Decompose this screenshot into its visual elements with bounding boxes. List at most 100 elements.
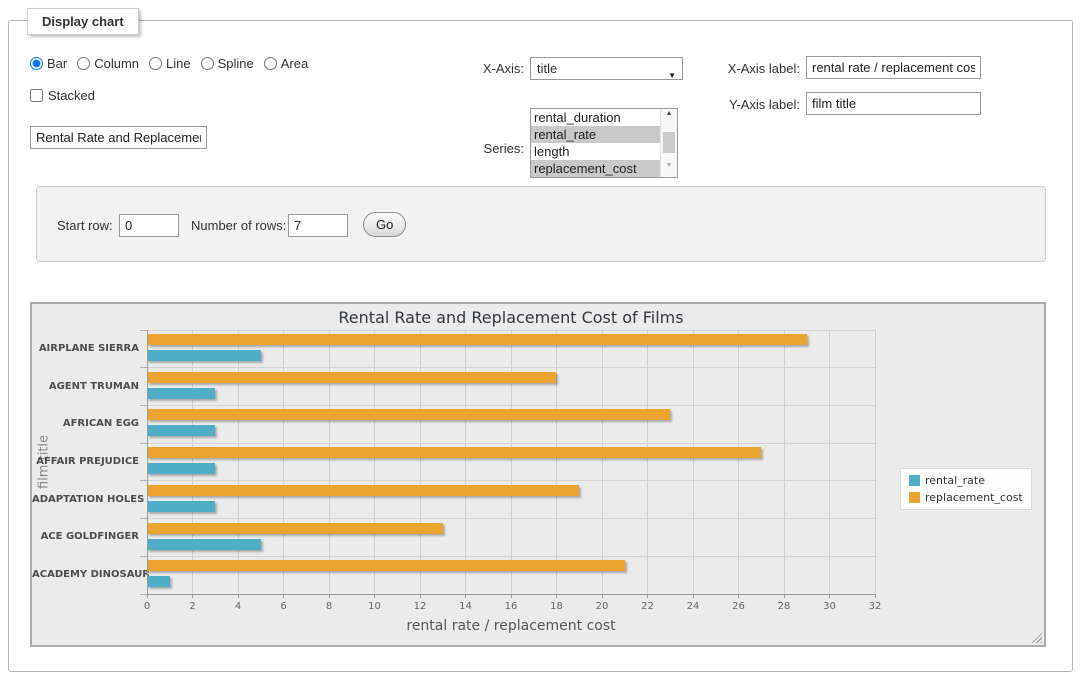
x-tick-mark [647, 594, 648, 598]
chart-title: Rental Rate and Replacement Cost of Film… [147, 308, 875, 327]
chart-type-option-column: Column [77, 56, 139, 71]
y-axis-label-label: Y-Axis label: [690, 97, 800, 112]
gridline-band [147, 518, 875, 519]
gridline-x [738, 330, 739, 594]
series-option-rental_duration[interactable]: rental_duration [531, 109, 660, 126]
resize-handle-icon[interactable] [1029, 630, 1042, 643]
chart-type-option-spline: Spline [201, 56, 254, 71]
chart-type-option-area: Area [264, 56, 308, 71]
x-tick-mark [784, 594, 785, 598]
series-scrollbar[interactable]: ▲ ▼ [660, 109, 677, 177]
chart-type-radio-area[interactable] [264, 57, 277, 70]
series-option-length[interactable]: length [531, 143, 660, 160]
chart-legend: rental_rate replacement_cost [900, 468, 1032, 510]
bar-replacement_cost [147, 523, 443, 534]
chart-type-option-bar: Bar [30, 56, 67, 71]
gridline-x [829, 330, 830, 594]
chart-type-option-line: Line [149, 56, 191, 71]
x-tick-mark [556, 594, 557, 598]
x-tick-mark [283, 594, 284, 598]
chart-type-radio-group: Bar Column Line Spline Area [30, 56, 308, 71]
gridline-x [420, 330, 421, 594]
x-tick-mark [738, 594, 739, 598]
x-tick-label: 22 [628, 601, 668, 612]
category-label: ACADEMY DINOSAUR [32, 569, 139, 581]
number-of-rows-input[interactable] [288, 214, 348, 237]
legend-item-replacement_cost[interactable]: replacement_cost [909, 491, 1023, 504]
x-tick-label: 20 [582, 601, 622, 612]
scroll-down-icon[interactable]: ▼ [661, 162, 677, 176]
x-tick-mark [511, 594, 512, 598]
legend-item-rental_rate[interactable]: rental_rate [909, 474, 1023, 487]
x-tick-label: 24 [673, 601, 713, 612]
gridline-x [602, 330, 603, 594]
stacked-label: Stacked [48, 88, 95, 103]
bar-replacement_cost [147, 334, 807, 345]
chart-type-radio-line[interactable] [149, 57, 162, 70]
chart-type-radio-label: Column [94, 56, 139, 71]
gridline-x [647, 330, 648, 594]
chart-type-radio-spline[interactable] [201, 57, 214, 70]
bar-rental_rate [147, 501, 215, 512]
gridline-x [511, 330, 512, 594]
y-axis-line [147, 330, 148, 594]
bar-replacement_cost [147, 372, 556, 383]
chart-title-input[interactable] [30, 126, 207, 149]
series-select-label: Series: [424, 141, 524, 156]
category-label: ACE GOLDFINGER [32, 531, 139, 543]
x-axis-select-label: X-Axis: [424, 61, 524, 76]
category-label: AIRPLANE SIERRA [32, 343, 139, 355]
x-tick-label: 0 [127, 601, 167, 612]
gridline-x [465, 330, 466, 594]
x-axis-line [147, 594, 875, 595]
x-axis-selected-value: title [537, 61, 557, 76]
bar-replacement_cost [147, 485, 579, 496]
x-tick-label: 10 [355, 601, 395, 612]
chevron-down-icon: ▼ [668, 65, 676, 86]
category-label: AFRICAN EGG [32, 418, 139, 430]
bar-rental_rate [147, 539, 261, 550]
category-label: ADAPTATION HOLES [32, 494, 139, 506]
x-tick-mark [875, 594, 876, 598]
bar-replacement_cost [147, 409, 670, 420]
scroll-up-icon[interactable]: ▲ [661, 110, 677, 124]
stacked-checkbox[interactable] [30, 89, 43, 102]
start-row-label: Start row: [57, 218, 113, 233]
x-axis-select[interactable]: title ▼ [530, 57, 683, 80]
gridline-x [556, 330, 557, 594]
start-row-input[interactable] [119, 214, 179, 237]
series-option-rental_rate[interactable]: rental_rate [531, 126, 660, 143]
chart-type-radio-bar[interactable] [30, 57, 43, 70]
scrollbar-thumb[interactable] [663, 132, 675, 153]
number-of-rows-label: Number of rows: [191, 218, 286, 233]
go-button[interactable]: Go [363, 212, 406, 237]
x-tick-mark [374, 594, 375, 598]
bar-rental_rate [147, 576, 170, 587]
x-tick-label: 2 [173, 601, 213, 612]
chart-container: Rental Rate and Replacement Cost of Film… [30, 302, 1046, 647]
x-tick-label: 8 [309, 601, 349, 612]
chart-type-radio-column[interactable] [77, 57, 90, 70]
x-tick-mark [602, 594, 603, 598]
gridline-band [147, 367, 875, 368]
gridline-band [147, 480, 875, 481]
gridline-band [147, 443, 875, 444]
gridline-x [875, 330, 876, 594]
x-tick-label: 16 [491, 601, 531, 612]
x-tick-mark [238, 594, 239, 598]
x-axis-label-input[interactable] [806, 56, 981, 79]
y-axis-label-input[interactable] [806, 92, 981, 115]
series-option-replacement_cost[interactable]: replacement_cost [531, 160, 660, 177]
gridline-x [784, 330, 785, 594]
bar-rental_rate [147, 425, 215, 436]
gridline-x [192, 330, 193, 594]
stacked-row: Stacked [30, 88, 95, 103]
series-multiselect[interactable]: rental_durationrental_ratelengthreplacem… [530, 108, 678, 178]
x-tick-mark [693, 594, 694, 598]
x-tick-mark [420, 594, 421, 598]
chart-type-radio-label: Line [166, 56, 191, 71]
legend-swatch-icon [909, 492, 920, 503]
x-tick-label: 14 [446, 601, 486, 612]
bar-replacement_cost [147, 447, 761, 458]
bar-rental_rate [147, 463, 215, 474]
